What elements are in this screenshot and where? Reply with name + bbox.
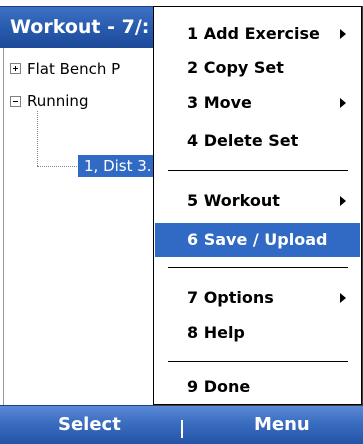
tree-item-label: 1, Dist 3.	[84, 157, 152, 175]
tree-connector	[37, 166, 77, 167]
device-screen: Workout - 7/: Flat Bench P Running 1, Di…	[0, 0, 363, 444]
window-title: Workout - 7/:	[10, 16, 150, 38]
softkey-divider	[181, 420, 183, 438]
tree-connector	[37, 111, 38, 166]
menu-item-label: 7 Options	[187, 288, 274, 307]
menu-item-label: 9 Done	[187, 377, 251, 396]
menu-item-help[interactable]: 8 Help	[155, 316, 360, 350]
menu-item-label: 3 Move	[187, 93, 252, 112]
tree-item-label: Running	[27, 92, 89, 110]
submenu-arrow-icon	[340, 293, 346, 303]
menu-separator	[168, 361, 348, 362]
menu-item-label: 2 Copy Set	[187, 58, 284, 77]
expand-plus-icon[interactable]	[10, 63, 21, 74]
softkey-bar: Select Menu	[0, 405, 363, 444]
menu-item-done[interactable]: 9 Done	[155, 370, 360, 404]
menu-item-save-upload[interactable]: 6 Save / Upload	[155, 223, 360, 257]
menu-separator	[168, 170, 348, 171]
menu-item-workout[interactable]: 5 Workout	[155, 184, 360, 218]
menu-item-label: 1 Add Exercise	[187, 24, 320, 43]
menu-separator	[168, 267, 348, 268]
tree-item-label: Flat Bench P	[27, 60, 121, 78]
submenu-arrow-icon	[340, 98, 346, 108]
menu-item-label: 8 Help	[187, 323, 245, 342]
menu-item-label: 6 Save / Upload	[187, 230, 328, 249]
menu-item-copy-set[interactable]: 2 Copy Set	[155, 51, 360, 85]
menu-item-delete-set[interactable]: 4 Delete Set	[155, 124, 360, 158]
menu-item-label: 4 Delete Set	[187, 131, 299, 150]
submenu-arrow-icon	[340, 29, 346, 39]
menu-softkey[interactable]: Menu	[254, 414, 310, 435]
menu-item-options[interactable]: 7 Options	[155, 281, 360, 315]
menu-item-move[interactable]: 3 Move	[155, 86, 360, 120]
tree-item-running[interactable]: Running	[0, 90, 153, 114]
tree-item-flat-bench[interactable]: Flat Bench P	[0, 57, 153, 81]
menu-item-add-exercise[interactable]: 1 Add Exercise	[155, 17, 360, 51]
menu-item-label: 5 Workout	[187, 191, 280, 210]
tree-item-selected-set[interactable]: 1, Dist 3.	[78, 155, 156, 177]
submenu-arrow-icon	[340, 196, 346, 206]
select-softkey[interactable]: Select	[58, 414, 121, 435]
context-menu: 1 Add Exercise 2 Copy Set 3 Move 4 Delet…	[153, 6, 362, 405]
collapse-minus-icon[interactable]	[10, 96, 21, 107]
